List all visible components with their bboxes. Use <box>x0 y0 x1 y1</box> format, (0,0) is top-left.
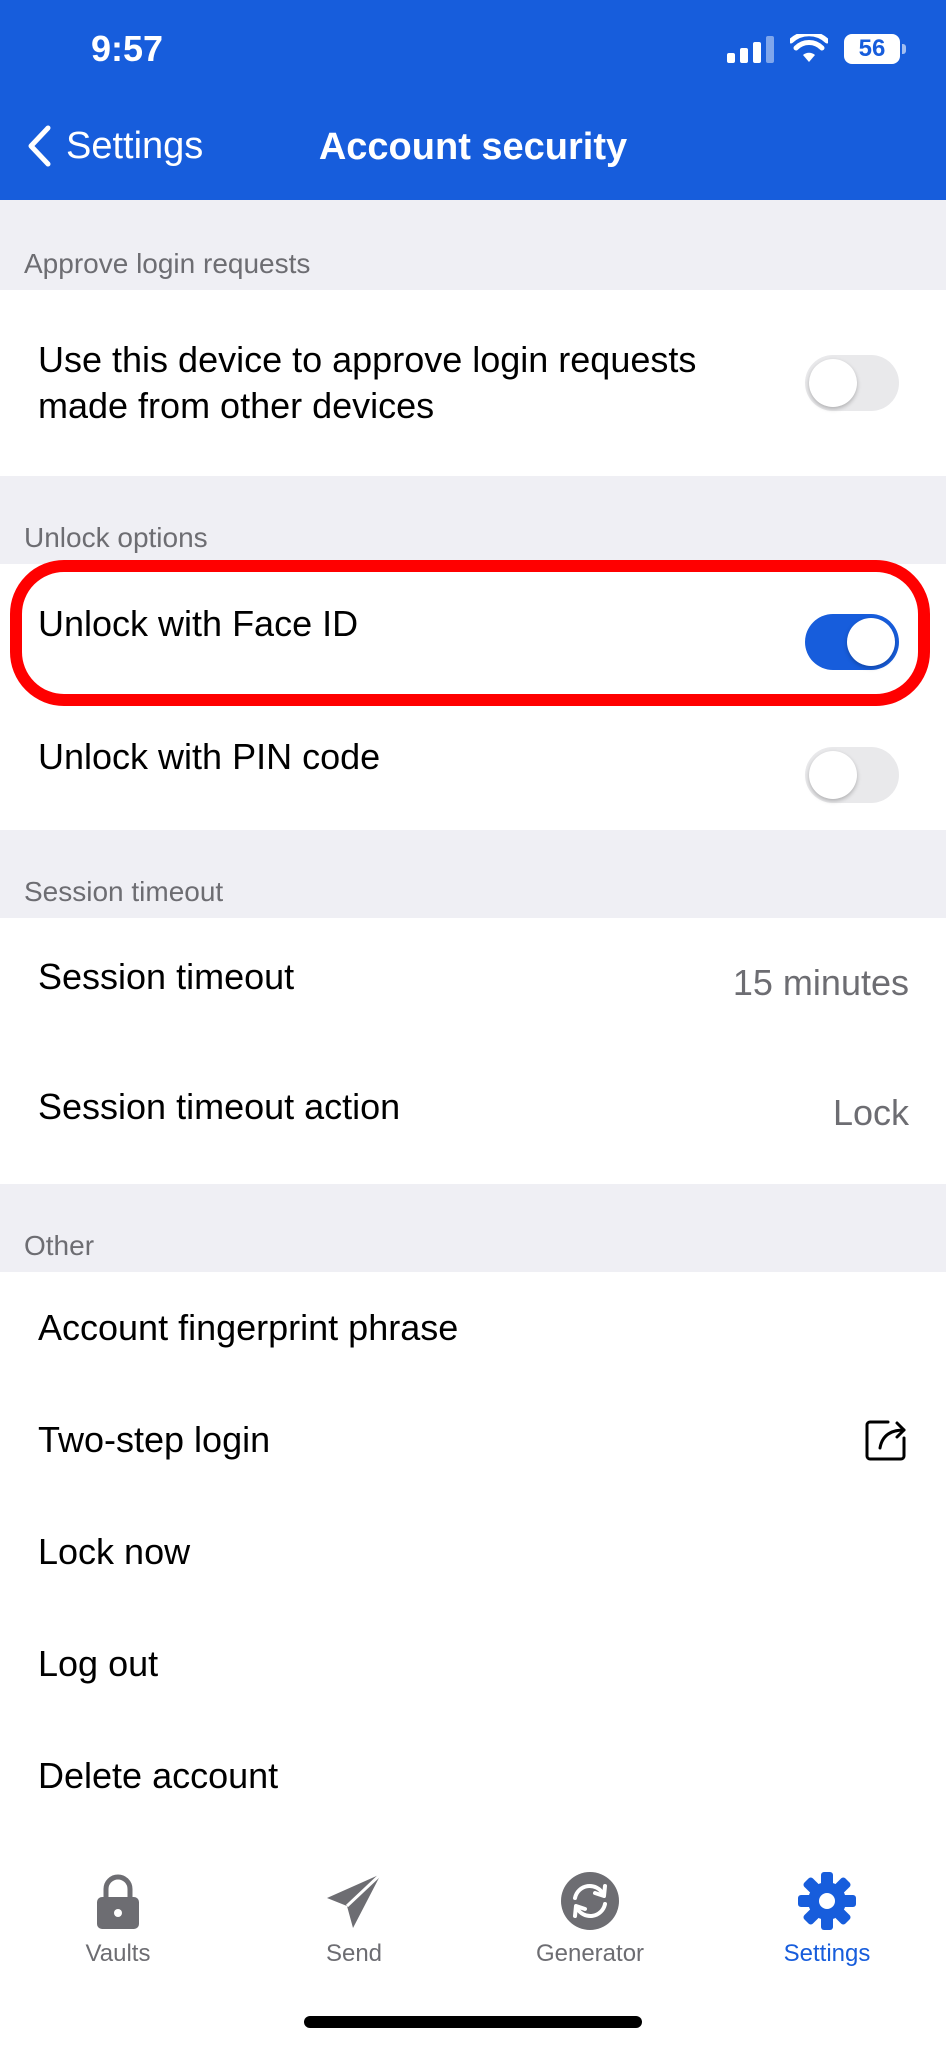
approve-requests-label: Use this device to approve login request… <box>38 339 697 426</box>
log-out-label: Log out <box>38 1643 159 1684</box>
status-time: 9:57 <box>91 28 164 69</box>
tab-settings-label: Settings <box>783 1940 871 1967</box>
lock-now-row[interactable]: Lock now <box>0 1496 946 1608</box>
tab-send-label: Send <box>325 1940 383 1967</box>
face-id-row[interactable]: Unlock with Face ID <box>0 564 946 720</box>
log-out-row[interactable]: Log out <box>0 1608 946 1720</box>
external-link-icon <box>865 1420 906 1461</box>
lock-now-label: Lock now <box>38 1531 191 1572</box>
approve-requests-row[interactable]: Use this device to approve login request… <box>0 290 946 476</box>
wifi-icon <box>790 34 828 62</box>
session-timeout-action-row[interactable]: Session timeout action Lock <box>0 1048 946 1178</box>
tab-generator[interactable]: Generator <box>490 1870 690 1968</box>
refresh-icon <box>561 1872 619 1930</box>
tab-send[interactable]: Send <box>254 1870 454 1968</box>
pin-code-toggle[interactable] <box>805 747 899 803</box>
fingerprint-phrase-label: Account fingerprint phrase <box>38 1307 459 1348</box>
session-timeout-label: Session timeout <box>38 956 295 997</box>
cellular-signal-icon <box>727 35 774 63</box>
tab-vaults-label: Vaults <box>85 1940 151 1967</box>
paper-plane-icon <box>327 1872 383 1928</box>
status-icons: 56 <box>727 34 906 64</box>
lock-icon <box>97 1874 139 1929</box>
group-approve: Use this device to approve login request… <box>0 290 946 476</box>
section-header-approve: Approve login requests <box>24 248 311 279</box>
tab-settings[interactable]: Settings <box>727 1870 927 1968</box>
tab-vaults[interactable]: Vaults <box>18 1870 218 1968</box>
section-header-session: Session timeout <box>24 876 224 907</box>
face-id-label: Unlock with Face ID <box>38 603 359 644</box>
session-timeout-row[interactable]: Session timeout 15 minutes <box>0 918 946 1048</box>
group-unlock: Unlock with Face ID Unlock with PIN code <box>0 564 946 830</box>
two-step-login-label: Two-step login <box>38 1419 271 1460</box>
delete-account-label: Delete account <box>38 1755 279 1796</box>
approve-requests-toggle[interactable] <box>805 355 899 411</box>
pin-code-label: Unlock with PIN code <box>38 736 381 777</box>
fingerprint-phrase-row[interactable]: Account fingerprint phrase <box>0 1272 946 1384</box>
session-timeout-value: 15 minutes <box>732 962 909 1003</box>
navigation-header: 9:57 56 Settings Account security <box>0 0 946 200</box>
session-timeout-action-label: Session timeout action <box>38 1086 401 1127</box>
delete-account-row[interactable]: Delete account <box>0 1720 946 1832</box>
pin-code-row[interactable]: Unlock with PIN code <box>0 720 946 830</box>
section-header-other: Other <box>24 1230 95 1261</box>
group-session: Session timeout 15 minutes Session timeo… <box>0 918 946 1184</box>
two-step-login-row[interactable]: Two-step login <box>0 1384 946 1496</box>
session-timeout-action-value: Lock <box>832 1092 909 1133</box>
group-other: Account fingerprint phrase Two-step logi… <box>0 1272 946 1848</box>
battery-icon: 56 <box>844 34 906 64</box>
face-id-toggle[interactable] <box>805 614 899 670</box>
tab-generator-label: Generator <box>535 1940 645 1967</box>
page-title: Account security <box>318 126 628 168</box>
home-indicator <box>304 2016 642 2028</box>
section-header-unlock: Unlock options <box>24 522 208 553</box>
gear-icon <box>798 1872 856 1930</box>
